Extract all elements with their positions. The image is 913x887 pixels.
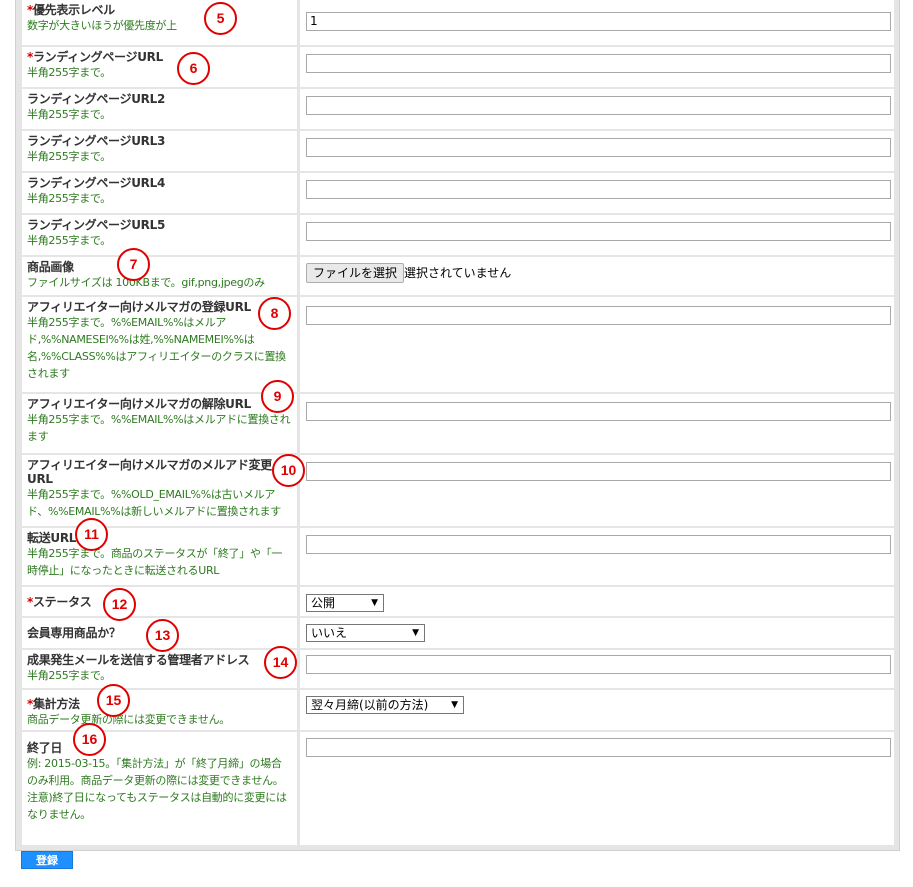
landing-url4-input[interactable] bbox=[306, 180, 891, 199]
form-row-landing-url2: ランディングページURL2 半角255字まで。 bbox=[22, 89, 894, 129]
mailmag-register-hint: 半角255字まで。%%EMAIL%%はメルアド,%%NAMESEI%%は姓,%%… bbox=[27, 316, 286, 380]
landing-url2-input[interactable] bbox=[306, 96, 891, 115]
landing-url-input[interactable] bbox=[306, 54, 891, 73]
dropdown-arrow-icon: ▼ bbox=[451, 700, 458, 710]
priority-label: 優先表示レベル bbox=[32, 3, 115, 17]
mailmag-change-label: アフィリエイター向けメルマガのメルアド変更URL bbox=[27, 458, 272, 486]
annotation-badge-16: 16 bbox=[73, 723, 106, 756]
dropdown-arrow-icon: ▼ bbox=[412, 628, 419, 638]
form-row-landing-url3: ランディングページURL3 半角255字まで。 bbox=[22, 131, 894, 171]
status-label: ステータス bbox=[32, 595, 92, 609]
mailmag-register-input[interactable] bbox=[306, 306, 891, 325]
product-image-hint: ファイルサイズは 100KBまで。gif,png,jpegのみ bbox=[27, 276, 265, 289]
form-row-mailmag-change: アフィリエイター向けメルマガのメルアド変更URL 半角255字まで。%%OLD_… bbox=[22, 455, 894, 526]
form-row-product-image: 商品画像 ファイルサイズは 100KBまで。gif,png,jpegのみ ファイ… bbox=[22, 257, 894, 295]
aggregation-label: 集計方法 bbox=[32, 697, 80, 711]
landing-url-hint: 半角255字まで。 bbox=[27, 66, 111, 79]
landing-url5-input[interactable] bbox=[306, 222, 891, 241]
landing-url3-hint: 半角255字まで。 bbox=[27, 150, 111, 163]
form-row-redirect-url: 転送URL 半角255字まで。商品のステータスが「終了」や「一時停止」になったと… bbox=[22, 528, 894, 585]
end-date-label: 終了日 bbox=[27, 741, 63, 755]
annotation-badge-8: 8 bbox=[258, 297, 291, 330]
landing-url4-hint: 半角255字まで。 bbox=[27, 192, 111, 205]
redirect-url-hint: 半角255字まで。商品のステータスが「終了」や「一時停止」になったときに転送され… bbox=[27, 547, 283, 577]
aggregation-hint: 商品データ更新の際には変更できません。 bbox=[27, 713, 230, 726]
mailmag-unsubscribe-input[interactable] bbox=[306, 402, 891, 421]
form-row-priority: *優先表示レベル 数字が大きいほうが優先度が上 1 bbox=[22, 0, 894, 45]
aggregation-select[interactable]: 翌々月締(以前の方法) ▼ bbox=[306, 696, 464, 714]
form-row-landing-url: *ランディングページURL 半角255字まで。 bbox=[22, 47, 894, 87]
submit-button[interactable]: 登録 bbox=[21, 851, 73, 869]
priority-hint: 数字が大きいほうが優先度が上 bbox=[27, 19, 177, 32]
landing-url5-hint: 半角255字まで。 bbox=[27, 234, 111, 247]
choose-file-button[interactable]: ファイルを選択 bbox=[306, 263, 405, 283]
redirect-url-label: 転送URL bbox=[27, 531, 77, 545]
landing-url-label: ランディングページURL bbox=[32, 50, 163, 64]
mailmag-change-input[interactable] bbox=[306, 462, 891, 481]
annotation-badge-6: 6 bbox=[177, 52, 210, 85]
annotation-badge-13: 13 bbox=[146, 619, 179, 652]
form-row-mailmag-unsubscribe: アフィリエイター向けメルマガの解除URL 半角255字まで。%%EMAIL%%は… bbox=[22, 394, 894, 453]
mailmag-unsubscribe-label: アフィリエイター向けメルマガの解除URL bbox=[27, 397, 251, 411]
status-select[interactable]: 公開 ▼ bbox=[306, 594, 384, 612]
mailmag-register-label: アフィリエイター向けメルマガの登録URL bbox=[27, 300, 251, 314]
annotation-badge-5: 5 bbox=[204, 2, 237, 35]
landing-url4-label: ランディングページURL4 bbox=[27, 176, 166, 190]
form-row-landing-url5: ランディングページURL5 半角255字まで。 bbox=[22, 215, 894, 255]
annotation-badge-7: 7 bbox=[117, 248, 150, 281]
landing-url5-label: ランディングページURL5 bbox=[27, 218, 166, 232]
form-row-aggregation: *集計方法 商品データ更新の際には変更できません。 翌々月締(以前の方法) ▼ bbox=[22, 690, 894, 730]
form-row-end-date: 終了日 例: 2015-03-15。「集計方法」が「終了月締」の場合のみ利用。商… bbox=[22, 732, 894, 845]
annotation-badge-10: 10 bbox=[272, 454, 305, 487]
landing-url3-input[interactable] bbox=[306, 138, 891, 157]
annotation-badge-9: 9 bbox=[261, 380, 294, 413]
form-row-status: *ステータス 公開 ▼ bbox=[22, 587, 894, 616]
end-date-input[interactable] bbox=[306, 738, 891, 757]
annotation-badge-11: 11 bbox=[75, 518, 108, 551]
landing-url3-label: ランディングページURL3 bbox=[27, 134, 166, 148]
admin-email-input[interactable] bbox=[306, 655, 891, 674]
product-image-label: 商品画像 bbox=[27, 260, 74, 274]
form-row-mailmag-register: アフィリエイター向けメルマガの登録URL 半角255字まで。%%EMAIL%%は… bbox=[22, 297, 894, 392]
mailmag-change-hint: 半角255字まで。%%OLD_EMAIL%%は古いメルアド、%%EMAIL%%は… bbox=[27, 488, 281, 518]
form-row-landing-url4: ランディングページURL4 半角255字まで。 bbox=[22, 173, 894, 213]
landing-url2-hint: 半角255字まで。 bbox=[27, 108, 111, 121]
dropdown-arrow-icon: ▼ bbox=[371, 598, 378, 608]
file-status-text: 選択されていません bbox=[404, 266, 512, 280]
members-only-select[interactable]: いいえ ▼ bbox=[306, 624, 425, 642]
mailmag-unsubscribe-hint: 半角255字まで。%%EMAIL%%はメルアドに置換されます bbox=[27, 413, 291, 443]
annotation-badge-15: 15 bbox=[97, 684, 130, 717]
annotation-badge-14: 14 bbox=[264, 646, 297, 679]
form-row-admin-email: 成果発生メールを送信する管理者アドレス 半角255字まで。 bbox=[22, 650, 894, 688]
priority-input[interactable]: 1 bbox=[306, 12, 891, 31]
admin-email-label: 成果発生メールを送信する管理者アドレス bbox=[27, 653, 250, 667]
admin-email-hint: 半角255字まで。 bbox=[27, 669, 111, 682]
annotation-badge-12: 12 bbox=[103, 588, 136, 621]
landing-url2-label: ランディングページURL2 bbox=[27, 92, 166, 106]
redirect-url-input[interactable] bbox=[306, 535, 891, 554]
end-date-hint: 例: 2015-03-15。「集計方法」が「終了月締」の場合のみ利用。商品データ… bbox=[27, 757, 287, 821]
